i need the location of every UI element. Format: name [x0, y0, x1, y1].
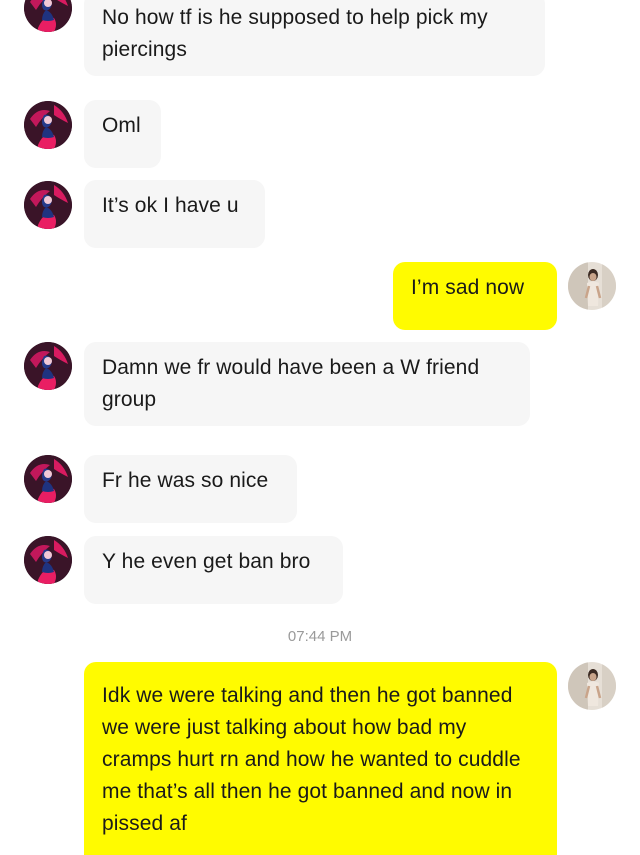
contact-avatar-icon[interactable] — [24, 536, 72, 584]
user-avatar-icon[interactable] — [568, 662, 616, 710]
user-avatar-icon[interactable] — [568, 262, 616, 310]
contact-avatar-icon[interactable] — [24, 181, 72, 229]
message-bubble-received[interactable]: Y he even get ban bro — [84, 536, 343, 604]
message-bubble-received[interactable]: No how tf is he supposed to help pick my… — [84, 0, 545, 76]
message-bubble-received[interactable]: Damn we fr would have been a W friend gr… — [84, 342, 530, 426]
contact-avatar-icon[interactable] — [24, 101, 72, 149]
message-bubble-received[interactable]: Oml — [84, 100, 161, 168]
message-bubble-sent[interactable]: Idk we were talking and then he got bann… — [84, 662, 557, 855]
message-bubble-received[interactable]: It’s ok I have u — [84, 180, 265, 248]
chat-thread: No how tf is he supposed to help pick my… — [0, 0, 640, 855]
message-bubble-received[interactable]: Fr he was so nice — [84, 455, 297, 523]
contact-avatar-icon[interactable] — [24, 0, 72, 32]
message-bubble-sent[interactable]: I’m sad now — [393, 262, 557, 330]
message-timestamp: 07:44 PM — [287, 628, 353, 645]
contact-avatar-icon[interactable] — [24, 455, 72, 503]
contact-avatar-icon[interactable] — [24, 342, 72, 390]
